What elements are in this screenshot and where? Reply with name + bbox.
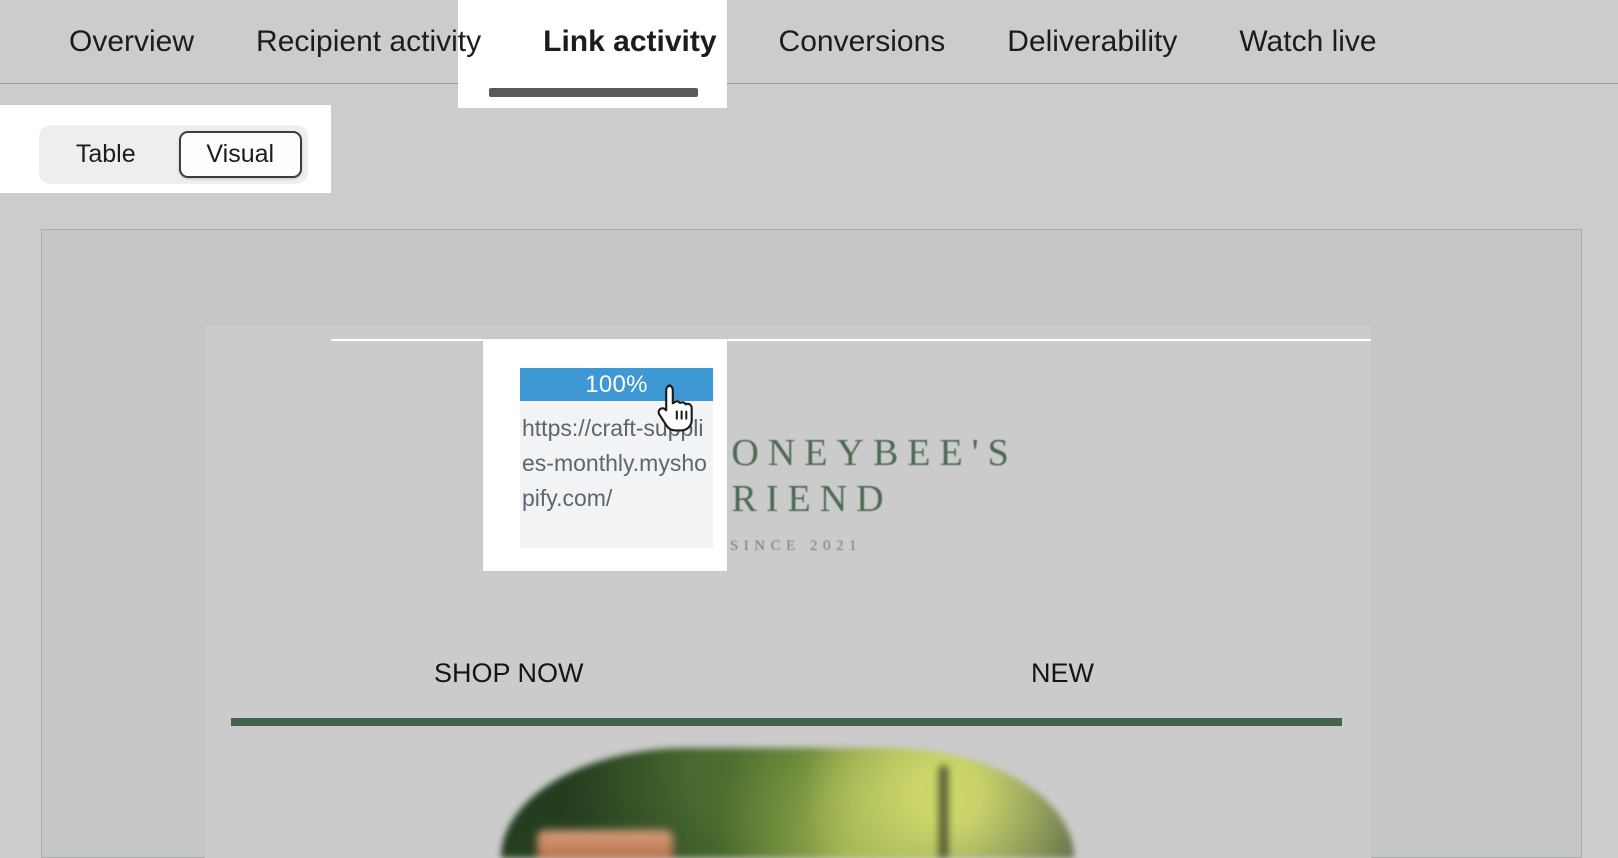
email-hero-image: [501, 748, 1074, 858]
hero-pot-shape: [537, 830, 673, 858]
tab-conversions[interactable]: Conversions: [748, 27, 977, 57]
email-nav-link-new[interactable]: NEW: [1031, 658, 1094, 689]
view-toggle-visual[interactable]: Visual: [178, 131, 302, 178]
email-green-divider: [231, 718, 1342, 726]
email-logo-line2: FRIEND: [701, 478, 893, 520]
email-nav-link-shop-now[interactable]: SHOP NOW: [434, 658, 584, 689]
email-logo-tagline: SINCE 2021: [729, 538, 863, 554]
link-activity-tooltip: 100% https://craft-supplies-monthly.mysh…: [483, 339, 727, 571]
view-toggle-table[interactable]: Table: [45, 131, 167, 178]
tab-recipient-activity[interactable]: Recipient activity: [225, 27, 512, 57]
email-logo: E HONEYBEE'S FRIEND SINCE 2021: [205, 430, 1371, 558]
active-tab-underline: [489, 88, 698, 97]
tab-link-activity[interactable]: Link activity: [512, 27, 747, 57]
hero-post-shape: [939, 766, 948, 858]
tab-overview[interactable]: Overview: [38, 27, 225, 57]
email-nav: SHOP NOW NEW: [205, 658, 1371, 702]
tab-watch-live[interactable]: Watch live: [1208, 27, 1407, 57]
email-logo-line1: E HONEYBEE'S: [644, 432, 1018, 474]
link-click-percentage: 100%: [520, 368, 713, 401]
link-url-text: https://craft-supplies-monthly.myshopify…: [520, 401, 713, 548]
report-tabs: Overview Recipient activity Link activit…: [0, 0, 1618, 84]
link-activity-screen: Overview Recipient activity Link activit…: [0, 0, 1618, 858]
tab-deliverability[interactable]: Deliverability: [976, 27, 1208, 57]
view-toggle: Table Visual: [39, 125, 308, 184]
email-preview-canvas: E HONEYBEE'S FRIEND SINCE 2021 SHOP NOW …: [205, 325, 1371, 858]
